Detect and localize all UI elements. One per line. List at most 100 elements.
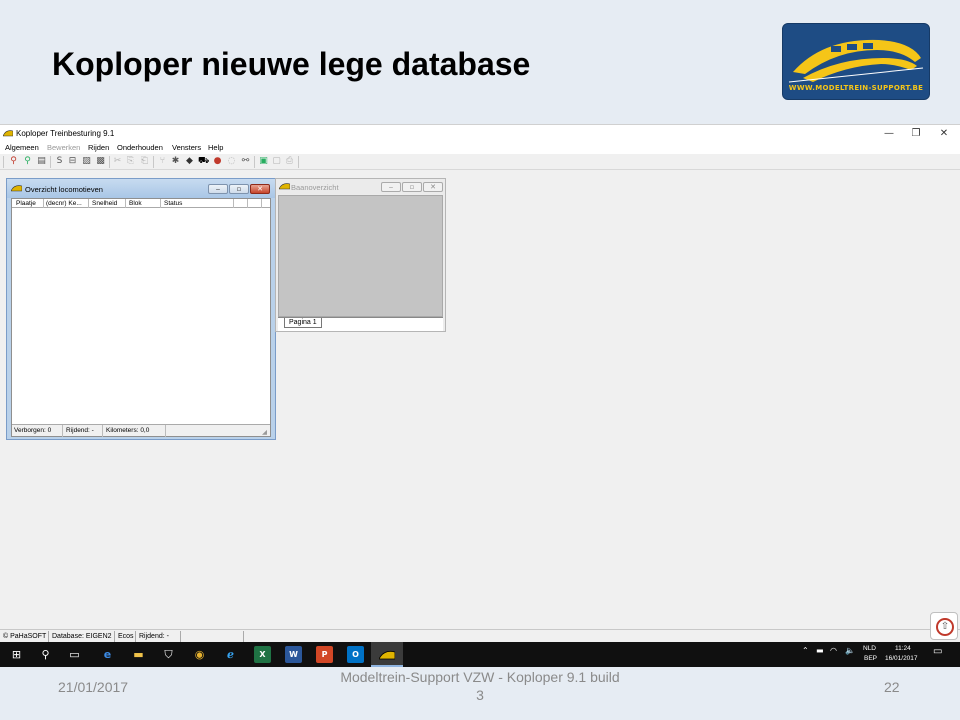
s-icon[interactable]: S [54, 156, 65, 167]
cut-icon[interactable]: ✂ [112, 156, 123, 167]
battery-icon[interactable]: ▬ [816, 646, 824, 655]
locate-green-icon[interactable]: ⚲ [22, 156, 33, 167]
locomotive-icon[interactable]: ⛟ [198, 156, 209, 167]
windows-start-icon[interactable]: ⊞ [8, 646, 25, 663]
action-center-icon[interactable]: ▭ [933, 646, 942, 657]
loco-restore-button[interactable]: ▫ [229, 184, 249, 194]
column-divider [125, 199, 126, 208]
app-status-bar: © PaHaSOFT Database: EIGEN2 Ecos Rijdend… [0, 629, 960, 643]
stop-icon[interactable]: ● [212, 156, 223, 167]
slide-title: Koploper nieuwe lege database [52, 46, 531, 82]
volume-icon[interactable]: 🔈 [845, 646, 855, 655]
direction-icon[interactable]: ◆ [184, 156, 195, 167]
column-status[interactable]: Status [164, 200, 182, 207]
chrome-icon[interactable]: ◉ [191, 646, 208, 663]
page-icon[interactable]: ▢ [271, 156, 282, 167]
column-divider [88, 199, 89, 208]
edge-icon[interactable]: e [99, 646, 116, 663]
kilometers: Kilometers: 0,0 [106, 427, 150, 434]
status-divider [48, 631, 49, 642]
menu-bewerken[interactable]: Bewerken [47, 143, 80, 152]
paste-icon[interactable]: ⎗ [139, 156, 150, 167]
print-icon[interactable]: ⎙ [284, 156, 295, 167]
track-minimize-button[interactable]: ‒ [381, 182, 401, 192]
task-view-icon[interactable]: ▭ [66, 646, 83, 663]
loco-window-titlebar[interactable]: Overzicht locomotieven ‒ ▫ ✕ [7, 179, 275, 198]
wifi-icon[interactable]: ◠ [830, 646, 837, 655]
track-close-button[interactable]: ✕ [423, 182, 443, 192]
copy-icon[interactable]: ⎘ [125, 156, 136, 167]
track-window-title: Baanoverzicht [291, 183, 339, 192]
koploper-taskbar-button[interactable] [371, 642, 403, 667]
driving-label: Rijdend: - [139, 633, 169, 640]
menu-onderhouden[interactable]: Onderhouden [117, 143, 163, 152]
logo-text: WWW.MODELTREIN-SUPPORT.BE [788, 84, 924, 92]
powerpoint-icon[interactable]: P [316, 646, 333, 663]
loco-window-title: Overzicht locomotieven [25, 185, 103, 194]
status-divider [243, 631, 244, 642]
column-decnr[interactable]: (decnr) Ke... [46, 200, 82, 207]
keyboard-layout[interactable]: BEP [864, 655, 877, 662]
app-title: Koploper Treinbesturing 9.1 [16, 129, 115, 138]
column-blok[interactable]: Blok [129, 200, 142, 207]
loco-overview-window[interactable]: Overzicht locomotieven ‒ ▫ ✕ Plaatje (de… [6, 178, 276, 440]
toolbar: ⚲ ⚲ ▤ S ⊟ ▨ ▩ ✂ ⎘ ⎗ ⑂ ✱ ◆ ⛟ ● ◌ ⚯ ▣ ▢ ⎙ [0, 154, 960, 170]
wait-icon[interactable]: ◌ [226, 156, 237, 167]
footer-date: 21/01/2017 [58, 679, 129, 695]
column-plaatje[interactable]: Plaatje [16, 200, 36, 207]
page-tabs: Pagina 1 [278, 317, 443, 331]
koploper-taskbar-icon [378, 648, 396, 666]
close-button[interactable]: ✕ [931, 127, 957, 140]
loco-close-button[interactable]: ✕ [250, 184, 270, 194]
store-icon[interactable]: ⛉ [160, 646, 177, 663]
koploper-app-window: Koploper Treinbesturing 9.1 — ❐ ✕ Algeme… [0, 124, 960, 643]
loco-list[interactable]: Plaatje (decnr) Ke... Snelheid Blok Stat… [11, 198, 271, 437]
clock-date[interactable]: 16/01/2017 [885, 655, 918, 662]
menu-help[interactable]: Help [208, 143, 223, 152]
locate-red-icon[interactable]: ⚲ [8, 156, 19, 167]
resize-grip-icon[interactable]: ◢ [262, 428, 267, 436]
word-icon[interactable]: W [285, 646, 302, 663]
grid-icon[interactable]: ▨ [81, 156, 92, 167]
clock-time[interactable]: 11:24 [895, 645, 911, 652]
panel-icon[interactable]: ▤ [36, 156, 47, 167]
file-explorer-icon[interactable]: ▬ [130, 646, 147, 663]
hidden-count: Verborgen: 0 [14, 427, 52, 434]
track-overview-window[interactable]: Baanoverzicht ‒ ▫ ✕ Pagina 1 [275, 178, 446, 332]
app-titlebar: Koploper Treinbesturing 9.1 — ❐ ✕ [0, 125, 960, 142]
excel-icon[interactable]: X [254, 646, 271, 663]
column-snelheid[interactable]: Snelheid [92, 200, 117, 207]
block-icon[interactable]: ⊟ [67, 156, 78, 167]
restore-button[interactable]: ❐ [903, 127, 929, 140]
link-icon[interactable]: ⚯ [240, 156, 251, 167]
track-canvas[interactable] [278, 195, 443, 317]
internet-explorer-icon[interactable]: ℯ [222, 646, 239, 663]
ecos-label: Ecos [118, 633, 134, 640]
signal-icon[interactable]: ✱ [170, 156, 181, 167]
notification-button[interactable]: ⇧ [930, 612, 958, 640]
outlook-icon[interactable]: O [347, 646, 364, 663]
toolbar-separator [50, 156, 51, 168]
language-code[interactable]: NLD [863, 645, 876, 652]
status-divider [165, 425, 166, 437]
search-icon[interactable]: ⚲ [37, 646, 54, 663]
menu-bar: Algemeen Bewerken Rijden Onderhouden Ven… [0, 142, 960, 154]
status-divider [135, 631, 136, 642]
modeltrein-support-logo: WWW.MODELTREIN-SUPPORT.BE [782, 23, 930, 100]
minimize-button[interactable]: — [876, 127, 902, 140]
column-divider [233, 199, 234, 208]
menu-algemeen[interactable]: Algemeen [5, 143, 39, 152]
menu-rijden[interactable]: Rijden [88, 143, 109, 152]
tab-pagina-1[interactable]: Pagina 1 [284, 318, 322, 328]
report-icon[interactable]: ▣ [258, 156, 269, 167]
chevron-up-icon[interactable]: ⌃ [802, 646, 809, 655]
column-divider [160, 199, 161, 208]
switch-icon[interactable]: ⑂ [157, 156, 168, 167]
grid-filled-icon[interactable]: ▩ [95, 156, 106, 167]
page-number: 22 [884, 679, 900, 695]
vendor-label: © PaHaSOFT [3, 633, 47, 640]
track-window-titlebar[interactable]: Baanoverzicht ‒ ▫ ✕ [276, 179, 445, 194]
loco-minimize-button[interactable]: ‒ [208, 184, 228, 194]
track-restore-button[interactable]: ▫ [402, 182, 422, 192]
menu-vensters[interactable]: Vensters [172, 143, 201, 152]
